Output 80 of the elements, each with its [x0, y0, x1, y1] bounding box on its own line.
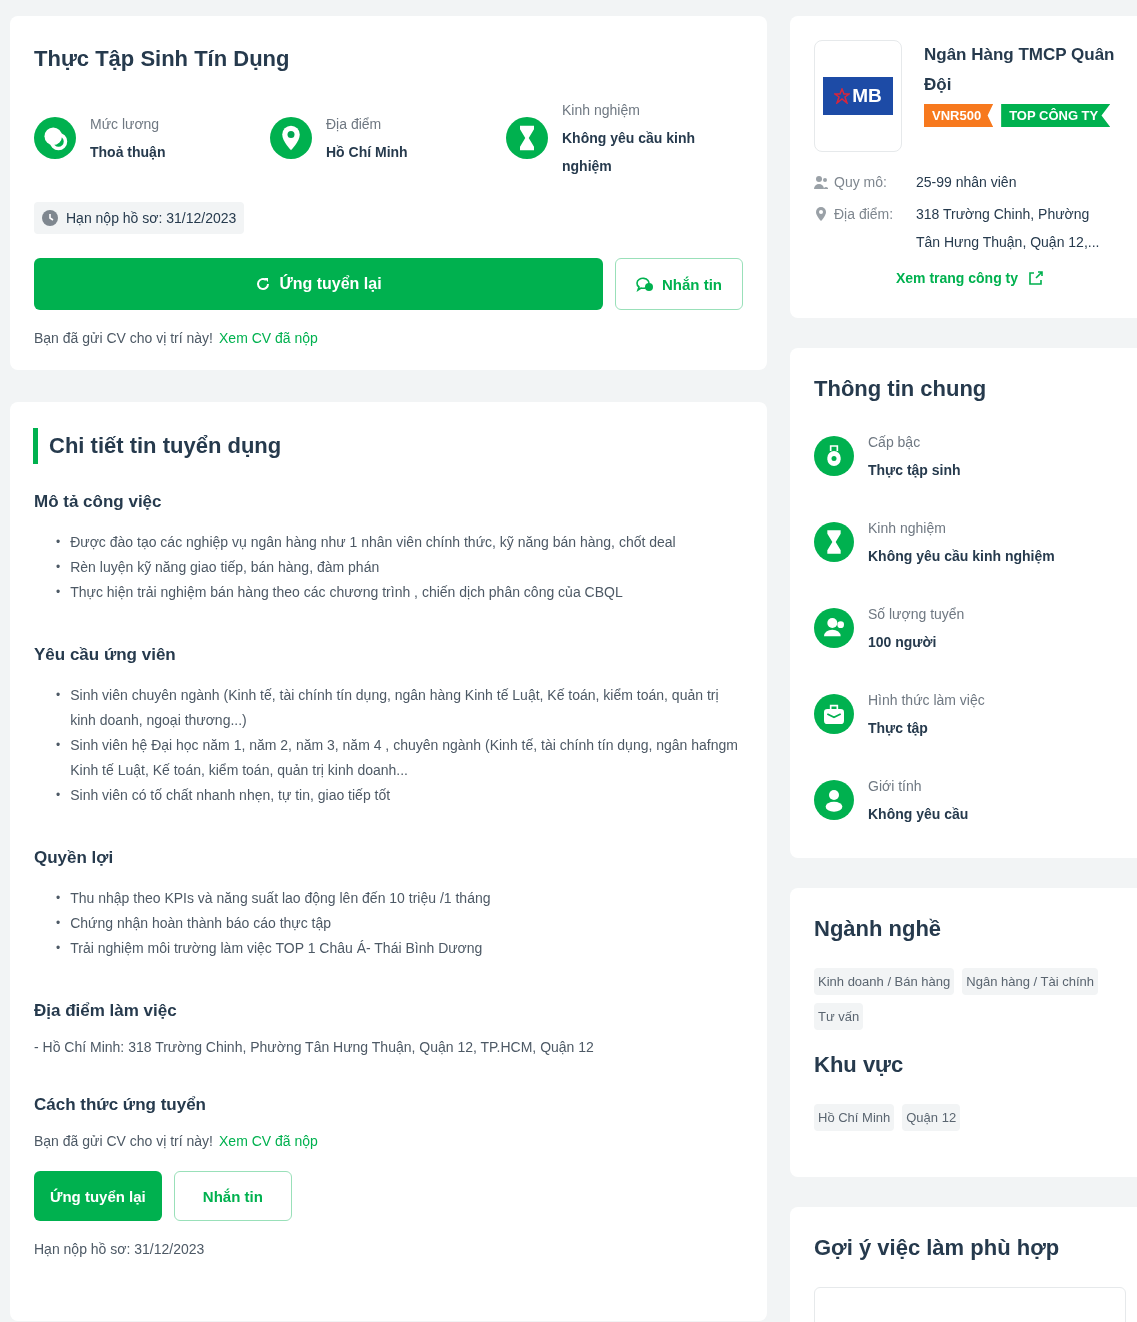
external-link-icon	[1028, 270, 1045, 286]
job-title: Thực Tập Sinh Tín Dụng	[34, 46, 291, 72]
field-label: Giới tính	[868, 777, 923, 796]
address-text: - Hồ Chí Minh: 318 Trường Chinh, Phường Tân Hưng Thuận, Quận 12, TP.HCM, Quận 12	[34, 1039, 595, 1055]
section-title: Cách thức ứng tuyển	[34, 1095, 207, 1115]
field-value: Không yêu cầu kinh nghiệm	[868, 547, 1055, 566]
field-label: Số lượng tuyển	[868, 605, 965, 624]
location-pin-icon	[270, 117, 312, 159]
list-item: Thực hiện trải nghiệm bán hàng theo các chương trình , chiến dịch phân công của CBQL	[70, 583, 623, 602]
bullet-mark: •	[56, 534, 61, 551]
people-icon	[814, 175, 828, 189]
bullet-mark: •	[56, 787, 61, 804]
deadline-text: Hạn nộp hồ sơ: 31/12/2023	[66, 210, 237, 226]
list-item: Sinh viên có tố chất nhanh nhẹn, tự tin, giao tiếp tốt	[70, 786, 391, 805]
refresh-icon	[255, 276, 272, 292]
list-item: Rèn luyện kỹ năng giao tiếp, bán hàng, đàm phán	[70, 558, 380, 577]
field-value: Thực tập sinh	[868, 461, 961, 480]
field-value: Không yêu cầu kinh nghiệm	[562, 129, 696, 176]
logo-text: MB	[852, 85, 882, 107]
field-label: Địa điểm:	[834, 205, 895, 224]
card-title: Gợi ý việc làm phù hợp	[814, 1235, 1061, 1261]
tag-chip[interactable]: Ngân hàng / Tài chính	[962, 968, 1098, 995]
card-title: Khu vực	[814, 1052, 905, 1078]
bullet-mark: •	[56, 584, 61, 601]
applied-note: Bạn đã gửi CV cho vị trí này! Xem CV đã nộp	[34, 330, 319, 346]
field-label: Hình thức làm việc	[868, 691, 985, 710]
company-badge: VNR500	[924, 104, 994, 127]
tag-chip[interactable]: Hồ Chí Minh	[814, 1104, 895, 1131]
bullet-mark: •	[56, 687, 61, 704]
section-title: Yêu cầu ứng viên	[34, 645, 177, 665]
reapply-button[interactable]: Ứng tuyển lại	[34, 258, 603, 310]
section-title: Quyền lợi	[34, 848, 115, 868]
list-item: Sinh viên hệ Đại học năm 1, năm 2, năm 3, năm 4 , chuyên ngành (Kinh tế, tài chính tín dụng, ngân hafngm Kinh tế Luật, Kế toán, kiểm toán, quản trị kinh doanh...	[70, 736, 739, 780]
reapply-button[interactable]: Ứng tuyển lại	[34, 1171, 162, 1221]
view-cv-link[interactable]: Xem CV đã nộp	[219, 1133, 318, 1149]
location-pin-icon	[814, 207, 828, 221]
field-label: Quy mô:	[834, 173, 888, 192]
applied-note: Bạn đã gửi CV cho vị trí này! Xem CV đã nộp	[34, 1133, 319, 1149]
tag-chip[interactable]: Kinh doanh / Bán hàng	[814, 968, 955, 995]
section-title: Địa điểm làm việc	[34, 1001, 178, 1021]
card-title: Thông tin chung	[814, 376, 988, 402]
bullet-mark: •	[56, 737, 61, 754]
field-value: 25-99 nhân viên	[916, 173, 1018, 192]
tag-chip[interactable]: Tư vấn	[814, 1003, 864, 1030]
list-item: Thu nhập theo KPIs và năng suất lao động lên đến 10 triệu /1 tháng	[70, 889, 491, 908]
field-label: Mức lương	[90, 115, 161, 134]
section-heading: Chi tiết tin tuyển dụng	[33, 428, 743, 464]
bullet-mark: •	[56, 559, 61, 576]
chat-icon	[636, 276, 654, 292]
list-item: Trải nghiệm môi trường làm việc TOP 1 Châu Á- Thái Bình Dương	[70, 939, 483, 958]
message-button[interactable]: Nhắn tin	[173, 1171, 292, 1221]
field-value: Không yêu cầu	[868, 805, 969, 824]
list-item: Được đào tạo các nghiệp vụ ngân hàng như 1 nhân viên chính thức, kỹ năng bán hàng, chốt deal	[70, 533, 676, 552]
company-page-link[interactable]: Xem trang công ty	[814, 270, 1126, 286]
clock-icon	[42, 210, 58, 226]
bullet-mark: •	[56, 940, 61, 957]
field-value: Hồ Chí Minh	[326, 143, 408, 162]
field-value: 100 người	[868, 633, 938, 652]
company-name: Ngân Hàng TMCP Quân Đội	[924, 44, 1116, 96]
field-label: Cấp bậc	[868, 433, 922, 452]
section-title: Mô tả công việc	[34, 492, 163, 512]
company-badge: TOP CÔNG TY	[1001, 104, 1111, 127]
tag-chip[interactable]: Quận 12	[902, 1104, 961, 1131]
deadline-text: Hạn nộp hồ sơ: 31/12/2023	[34, 1241, 206, 1257]
star-icon	[834, 88, 851, 104]
field-value: Thoả thuận	[90, 143, 166, 162]
list-item: Sinh viên chuyên ngành (Kinh tế, tài chính tín dụng, ngân hàng Kinh tế Luật, Kế toán, kiểm toán, quản trị kinh doanh, ngoại thương...)	[70, 686, 720, 730]
list-item: Chứng nhận hoàn thành báo cáo thực tập	[70, 914, 332, 933]
field-label: Kinh nghiệm	[868, 519, 947, 538]
hourglass-icon	[506, 117, 548, 159]
field-label: Kinh nghiệm	[562, 101, 641, 120]
bullet-mark: •	[56, 890, 61, 907]
field-label: Địa điểm	[326, 115, 383, 134]
coins-icon	[34, 117, 76, 159]
card-title: Ngành nghề	[814, 916, 943, 942]
bullet-mark: •	[56, 915, 61, 932]
field-value: Thực tập	[868, 719, 929, 738]
field-value: 318 Trường Chinh, Phường Tân Hưng Thuận, Quận 12,...	[916, 205, 1101, 252]
view-cv-link[interactable]: Xem CV đã nộp	[219, 330, 318, 346]
message-button[interactable]: Nhắn tin	[615, 258, 743, 310]
